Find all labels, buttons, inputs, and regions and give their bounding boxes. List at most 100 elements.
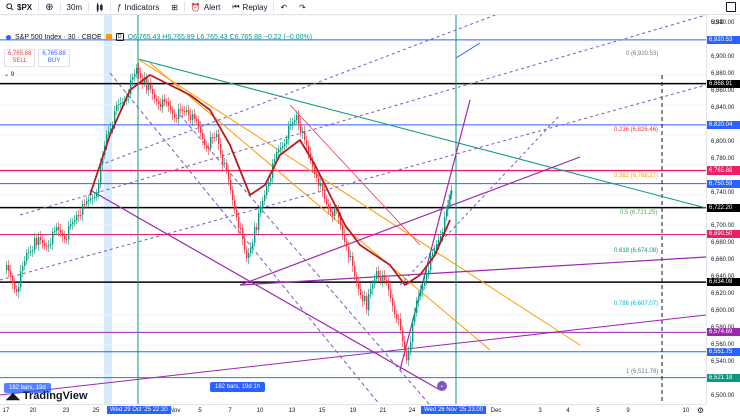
candle-body [232, 190, 234, 200]
candle-body [188, 110, 190, 115]
time-tick: 10 [256, 408, 264, 414]
tradingview-logo: ◢◣ TradingView [6, 390, 88, 402]
candle-body [28, 252, 30, 253]
compare-button[interactable]: ⊕ [39, 0, 59, 14]
end-time-badge: Wed 26 Nov '25 23:00 [421, 406, 487, 414]
candle-body [266, 186, 268, 195]
fib-label: 0.236 (6,826.46) [614, 127, 659, 133]
chart-canvas[interactable] [0, 15, 706, 404]
indicators-button[interactable]: ƒ Indicators [111, 0, 165, 14]
fib-level-236: 0.236 (6,826.46) [614, 127, 658, 133]
candle-body [212, 137, 214, 138]
candle-body [116, 105, 118, 111]
candle-body [378, 271, 380, 276]
layout-icon[interactable] [726, 2, 736, 12]
redo-button[interactable]: ↷ [293, 0, 312, 14]
data-status-icon: D [115, 33, 124, 41]
candle-body [304, 131, 306, 140]
price-badge: 6,690.50 [707, 230, 740, 239]
candle-body [264, 195, 266, 201]
candle-body [208, 148, 210, 149]
candle-body [386, 280, 388, 282]
undo-button[interactable]: ↶ [274, 0, 293, 14]
fib-label: 1 (6,521.78) [626, 369, 659, 375]
candle-body [108, 131, 110, 134]
candle-body [316, 174, 318, 178]
fib-level-0: 0 (6,920.53) [626, 51, 658, 57]
symbol-label: $PX [17, 2, 33, 12]
buy-button[interactable]: 6,765.88 BUY [38, 49, 70, 67]
candle-body [220, 144, 222, 154]
candle-body [330, 208, 332, 212]
time-tick: 15 [318, 408, 326, 414]
candle-body [174, 114, 176, 118]
candle-body [190, 115, 192, 120]
candle-body [396, 314, 398, 319]
candle-body [94, 197, 96, 198]
candle-body [402, 330, 404, 341]
candle-body [36, 238, 38, 245]
sell-button[interactable]: 6,765.88 SELL [4, 49, 36, 67]
candle-body [160, 104, 162, 107]
candle-body [400, 319, 402, 330]
candle-body [334, 209, 336, 216]
candle-body [449, 195, 451, 200]
candle-body [262, 201, 264, 207]
candle-body [90, 199, 92, 200]
candle-body [66, 239, 68, 240]
candle-body [16, 289, 18, 292]
candle-body [58, 227, 60, 230]
candle-body [286, 139, 288, 144]
candle-body [250, 248, 252, 253]
candle-body [240, 228, 242, 229]
logo-text: TradingView [22, 390, 88, 402]
price-tick: 6,880.00 [711, 71, 735, 78]
chart-type-button[interactable] [89, 0, 110, 14]
candle-body [118, 104, 120, 105]
time-tick: 20 [29, 408, 37, 414]
time-tick: 24 [408, 408, 416, 414]
time-axis[interactable]: 1720232530Nov57101315192124Dec345910 Wed… [0, 404, 706, 419]
candle-body [80, 215, 82, 216]
candle-body [252, 243, 254, 248]
alert-label: Alert [203, 2, 221, 12]
time-tick: Dec [490, 408, 502, 414]
time-tick: 4 [566, 408, 570, 414]
candle-body [122, 102, 124, 103]
templates-button[interactable]: ⊞ [165, 0, 184, 14]
candle-body [48, 245, 50, 246]
candle-body [248, 253, 250, 258]
chart-pane[interactable]: S&P 500 Index · 30 · CBOE D O6,765.43 H6… [0, 15, 706, 404]
buy-label: BUY [47, 58, 61, 64]
replay-button[interactable]: ⏮ Replay [226, 0, 273, 14]
gear-icon[interactable]: ⚙ [697, 406, 704, 415]
chevron-down-icon[interactable]: ⌄ [437, 381, 447, 391]
candle-body [98, 184, 100, 193]
candle-body [20, 271, 22, 287]
time-tick: 23 [62, 408, 70, 414]
price-axis[interactable]: USD 6,940.00 6,900.00 6,880.00 6,860.00 6,84… [706, 15, 740, 404]
chart-legend: S&P 500 Index · 30 · CBOE D O6,765.43 H6… [6, 33, 312, 41]
interval-label: 30m [66, 2, 83, 12]
time-tick: 5 [198, 408, 202, 414]
candle-body [148, 84, 150, 90]
trend-line [149, 62, 491, 351]
candle-body [176, 118, 178, 119]
candle-body [92, 198, 94, 199]
fib-label: 0 (6,920.53) [626, 51, 659, 57]
symbol-search-button[interactable]: $PX [0, 0, 38, 14]
candle-body [356, 276, 358, 283]
price-tick: 6,780.00 [711, 155, 735, 162]
candle-body [306, 140, 308, 146]
price-tick: 6,500.00 [711, 392, 735, 399]
candle-body [352, 256, 354, 266]
candle-body [32, 250, 34, 251]
alert-button[interactable]: ⏰ Alert [185, 0, 226, 14]
time-tick: 10 [682, 408, 690, 414]
trend-line [289, 104, 421, 246]
candle-body [448, 200, 450, 205]
trend-line [399, 114, 561, 286]
interval-button[interactable]: 30m [61, 0, 89, 14]
candle-body [150, 84, 152, 89]
indicators-toggle[interactable]: ⌄ 9 [4, 71, 14, 78]
